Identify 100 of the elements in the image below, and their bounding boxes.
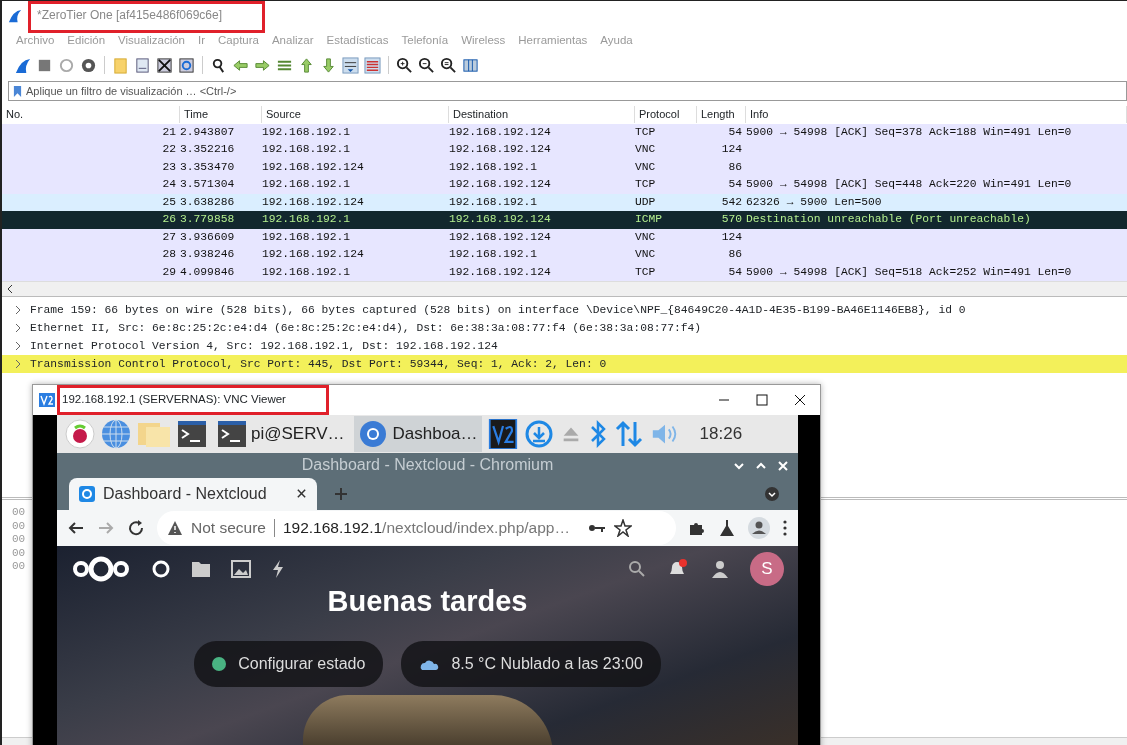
warning-icon xyxy=(167,519,183,536)
table-cell-text: 27 xyxy=(161,229,177,245)
table-cell-text: ICMP xyxy=(635,212,664,228)
table-cell-text: 2.943807 xyxy=(180,124,236,140)
circle-icon[interactable] xyxy=(151,558,171,579)
image-icon[interactable] xyxy=(231,559,251,578)
lightning-icon[interactable] xyxy=(271,558,285,579)
table-cell-text: 54 xyxy=(727,264,743,280)
window-title: 192.168.192.1 (SERVERNAS): VNC Viewer xyxy=(62,393,286,406)
globe-icon[interactable] xyxy=(101,419,131,449)
table-cell-text: 124 xyxy=(720,142,743,158)
table-cell-text: 24 xyxy=(161,177,177,193)
close-file-icon[interactable] xyxy=(156,56,173,74)
browser-logo-icon xyxy=(358,419,389,449)
table-cell-text: 3.936609 xyxy=(180,229,236,245)
vnc-logo-icon xyxy=(39,393,55,407)
profile-icon[interactable] xyxy=(748,516,770,539)
star-icon[interactable] xyxy=(613,518,632,537)
folder-icon[interactable] xyxy=(191,559,211,578)
hex-text: 00 xyxy=(12,533,27,547)
detail-row[interactable]: Frame 159: 66 bytes on wire (528 bits), 66 bytes captured (528 bits) on interface \Device\NPF_{84649C20-4A1D-4E35-B199-BA46E1146EB8}, id 0 xyxy=(2,301,1127,319)
table-cell-text: TCP xyxy=(635,124,657,140)
detail-row[interactable]: Transmission Control Protocol, Src Port: 445, Dst Port: 59344, Seq: 1, Ack: 2, Len: 0 xyxy=(2,355,1127,373)
separator-line xyxy=(273,518,275,537)
packet-row[interactable]: 26 3.779858 192.168.192.1 192.168.192.124 ICMP 570 Destination unreachable (Port unreachable) xyxy=(2,211,1127,229)
taskbar-button[interactable]: Dashboa… xyxy=(354,416,482,452)
column-header[interactable]: Destination xyxy=(449,106,635,124)
status-button[interactable]: Configurar estado xyxy=(194,641,384,687)
table-cell-text: 3.352216 xyxy=(180,142,236,158)
status-dot-icon xyxy=(212,657,227,671)
close-icon[interactable] xyxy=(794,394,806,406)
detail-text: Transmission Control Protocol, Src Port: 445, Dst Port: 59344, Seq: 1, Ack: 2, Len: 0 xyxy=(30,356,607,372)
down-arrow-icon[interactable] xyxy=(320,56,337,74)
zoom-in-icon[interactable] xyxy=(396,56,413,74)
packet-row[interactable]: 28 3.938246 192.168.192.124 192.168.192.1 VNC 86 xyxy=(2,246,1127,264)
clock-text: 18:26 xyxy=(699,423,743,446)
zoom-reset-icon[interactable] xyxy=(440,56,457,74)
taskbar-button[interactable]: pi@SERV… xyxy=(213,416,349,452)
detail-text: Frame 159: 66 bytes on wire (528 bits), 66 bytes captured (528 bits) on interface \Device\NPF_{84649C20-4A1D-4E35-B199-BA46E1146EB8}, id 0 xyxy=(30,302,966,318)
table-cell-text: 192.168.192.124 xyxy=(449,177,552,193)
column-header[interactable]: Length xyxy=(697,106,746,124)
detail-text: Ethernet II, Src: 6e:8c:25:2c:e4:d4 (6e:8c:25:2c:e4:d4), Dst: 6e:38:3a:08:77:f4 (6e:38:3a:08:77:f4) xyxy=(30,320,702,336)
security-text: Not secure xyxy=(191,517,266,538)
column-header[interactable]: Source xyxy=(262,106,449,124)
table-cell-text: 192.168.192.124 xyxy=(449,124,552,140)
weather-button[interactable]: 8.5 °C Nublado a las 23:00 xyxy=(401,641,661,687)
table-cell-text: 26 xyxy=(161,212,177,228)
table-cell-text: 54 xyxy=(727,124,743,140)
address-bar[interactable]: Not secure 192.168.192.1/nextcloud/index.php/app… xyxy=(157,510,676,545)
browser-tab[interactable]: Dashboard - Nextcloud xyxy=(69,477,317,510)
detail-row[interactable]: Internet Protocol Version 4, Src: 192.168.192.1, Dst: 192.168.192.124 xyxy=(2,337,1127,355)
zoom-out-icon[interactable] xyxy=(418,56,435,74)
autoscroll-icon[interactable] xyxy=(342,56,359,74)
avatar[interactable]: S xyxy=(750,551,784,586)
maximize-icon[interactable] xyxy=(756,394,768,406)
greeting-text: Buenas tardes xyxy=(327,583,528,619)
column-header[interactable]: No. xyxy=(2,106,180,124)
table-cell-text: 25 xyxy=(161,194,177,210)
file-icon[interactable] xyxy=(134,56,151,74)
plus-icon[interactable] xyxy=(333,485,349,502)
vnc-logo-icon[interactable] xyxy=(487,419,518,449)
table-cell-text: 542 xyxy=(720,194,743,210)
hex-text: 00 xyxy=(12,506,27,520)
colorize-icon[interactable] xyxy=(364,56,381,74)
table-cell-text: 3.938246 xyxy=(180,247,236,263)
terminal-icon xyxy=(217,419,247,449)
column-header[interactable]: Protocol xyxy=(635,106,697,124)
detail-row[interactable]: Ethernet II, Src: 6e:8c:25:2c:e4:d4 (6e:8c:25:2c:e4:d4), Dst: 6e:38:3a:08:77:f4 (6e:38:3a:08:77:f4) xyxy=(2,319,1127,337)
download-icon[interactable] xyxy=(523,419,554,449)
table-cell-text: 5900 → 54998 [ACK] Seq=378 Ack=188 Win=491 Len=0 xyxy=(746,124,1073,140)
table-cell-text: 192.168.192.1 xyxy=(262,124,352,140)
table-cell-text: 5900 → 54998 [ACK] Seq=518 Ack=252 Win=491 Len=0 xyxy=(746,264,1073,280)
tab-search-icon[interactable] xyxy=(764,485,780,502)
terminal-icon[interactable] xyxy=(177,419,207,449)
up-arrow-icon[interactable] xyxy=(298,56,315,74)
table-cell-text: 192.168.192.124 xyxy=(262,159,365,175)
table-cell-text: 21 xyxy=(161,124,177,140)
table-cell-text: 192.168.192.1 xyxy=(262,142,352,158)
packet-row[interactable]: 24 3.571304 192.168.192.1 192.168.192.124 TCP 54 5900 → 54998 [ACK] Seq=448 Ack=220 Win=491 Len=0 xyxy=(2,176,1127,194)
table-cell-text: 192.168.192.124 xyxy=(262,194,365,210)
column-header[interactable]: Info xyxy=(746,106,1127,124)
close-icon[interactable] xyxy=(296,488,307,500)
scroll-left-icon[interactable] xyxy=(6,284,14,294)
table-cell-text: 192.168.192.1 xyxy=(262,229,352,245)
network-arrows-icon[interactable] xyxy=(613,419,644,449)
packet-row[interactable]: 22 3.352216 192.168.192.1 192.168.192.124 VNC 124 xyxy=(2,141,1127,159)
shark-fin-icon xyxy=(8,9,22,23)
table-cell-text: 124 xyxy=(720,229,743,245)
table-cell-text: 192.168.192.124 xyxy=(449,264,552,280)
resize-columns-icon[interactable] xyxy=(462,56,479,74)
shark-fin-icon[interactable] xyxy=(14,56,31,74)
table-cell-text: 192.168.192.1 xyxy=(262,212,352,228)
table-cell-text: 192.168.192.1 xyxy=(449,247,539,263)
table-cell-text: 54 xyxy=(727,177,743,193)
more-icon[interactable] xyxy=(782,518,788,537)
search-icon[interactable] xyxy=(210,56,227,74)
hex-text: 00 xyxy=(12,546,27,560)
column-header[interactable]: Time xyxy=(180,106,262,124)
raspberry-icon[interactable] xyxy=(65,419,95,449)
window-title: *ZeroTier One [af415e486f069c6e] xyxy=(37,8,222,22)
